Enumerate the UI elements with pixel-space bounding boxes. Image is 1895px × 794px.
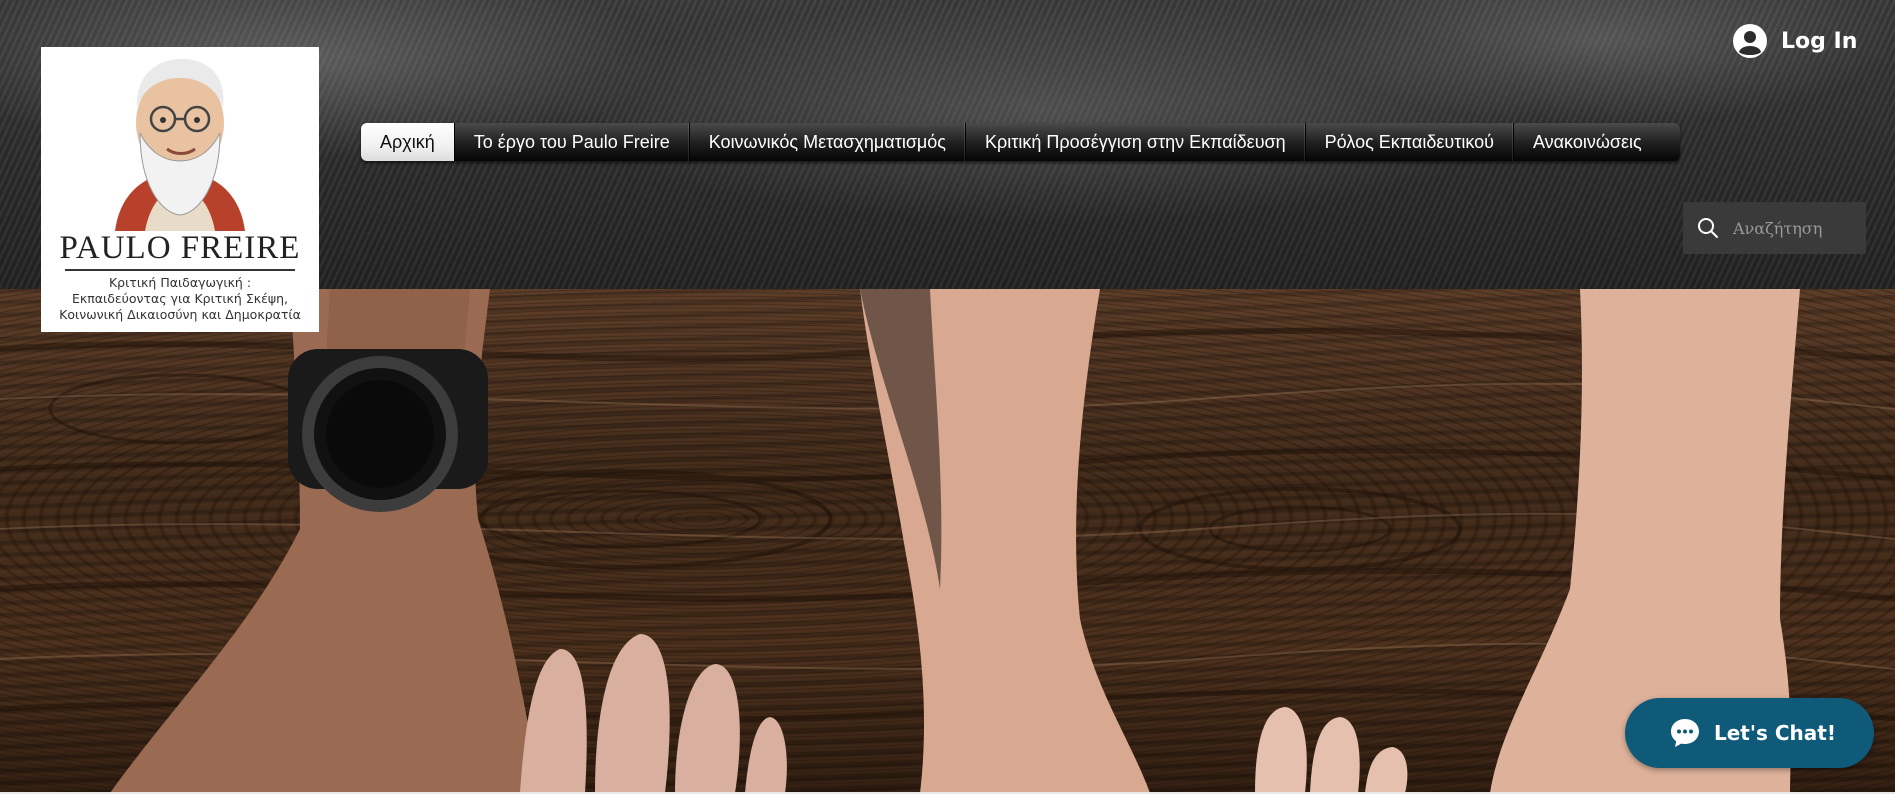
page: Log In Αρχική Το έργο του Paulo Freire Κ… — [0, 0, 1895, 794]
search-box[interactable] — [1683, 202, 1866, 254]
hero-image — [0, 289, 1895, 793]
logo-subtitle-line: Κριτική Παιδαγωγική : — [108, 275, 252, 290]
search-input[interactable] — [1731, 217, 1855, 239]
chat-label: Let's Chat! — [1714, 721, 1836, 745]
user-avatar-icon — [1733, 24, 1767, 58]
logo-subtitle-line: Κοινωνική Δικαιοσύνη και Δημοκρατία — [59, 307, 301, 322]
logo-subtitle-line: Εκπαιδεύοντας για Κριτική Σκέψη, — [72, 291, 288, 306]
nav-item-social-transformation[interactable]: Κοινωνικός Μετασχηματισμός — [690, 123, 966, 161]
nav-item-announcements[interactable]: Ανακοινώσεις — [1514, 123, 1680, 161]
login-label: Log In — [1781, 28, 1858, 54]
nav-item-paulo-freire-work[interactable]: Το έργο του Paulo Freire — [455, 123, 690, 161]
lets-chat-button[interactable]: Let's Chat! — [1625, 698, 1874, 768]
nav-item-teacher-role[interactable]: Ρόλος Εκπαιδευτικού — [1306, 123, 1514, 161]
login-button[interactable]: Log In — [1733, 22, 1857, 60]
search-icon — [1698, 218, 1718, 238]
paulo-freire-portrait-image — [115, 58, 245, 231]
nav-item-home[interactable]: Αρχική — [361, 123, 455, 161]
nav-item-critical-approach[interactable]: Κριτική Προσέγγιση στην Εκπαίδευση — [966, 123, 1306, 161]
chat-bubble-icon — [1671, 719, 1699, 747]
logo-subtitle: Κριτική Παιδαγωγική : Εκπαιδεύοντας για … — [41, 275, 319, 323]
main-navigation: Αρχική Το έργο του Paulo Freire Κοινωνικ… — [361, 123, 1680, 161]
logo-title: PAULO FREIRE — [59, 230, 301, 266]
hero-hands-illustration — [0, 289, 1895, 793]
logo-divider — [65, 269, 295, 271]
site-logo[interactable]: PAULO FREIRE Κριτική Παιδαγωγική : Εκπαι… — [41, 47, 319, 332]
